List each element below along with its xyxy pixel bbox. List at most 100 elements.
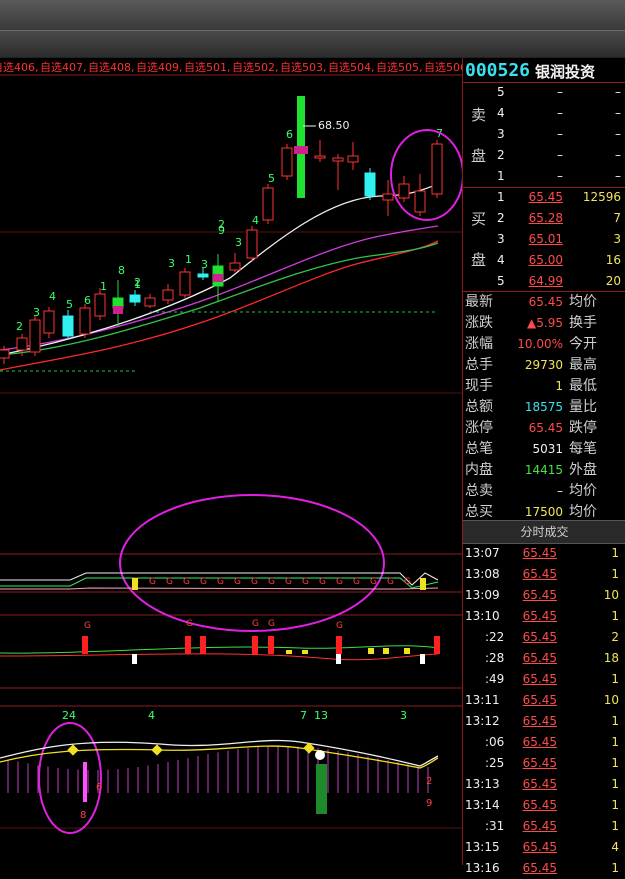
signal-bar xyxy=(420,578,426,590)
tick-price[interactable]: 65.45 xyxy=(515,795,557,816)
tick-volume[interactable]: 1 xyxy=(573,543,619,564)
sell-level: 2 xyxy=(497,148,505,162)
tick-price[interactable]: 65.45 xyxy=(515,648,557,669)
stat-label: 每笔 xyxy=(569,441,597,457)
count-label: 5 xyxy=(268,172,275,185)
signal-diamond xyxy=(67,744,79,756)
stat-value: 65.45 xyxy=(528,421,563,435)
tick-time[interactable]: :28 xyxy=(485,648,504,669)
tick-volume[interactable]: 10 xyxy=(573,690,619,711)
volume-bar xyxy=(434,636,440,654)
tick-price[interactable]: 65.45 xyxy=(515,606,557,627)
tick-price[interactable]: 65.45 xyxy=(515,837,557,858)
sell-side-label: 卖 xyxy=(471,106,487,124)
stat-value: ▲5.95 xyxy=(527,316,563,330)
volume-bar xyxy=(383,648,389,654)
sell-volume: – xyxy=(615,127,621,141)
tick-volume[interactable]: 10 xyxy=(573,585,619,606)
tick-time[interactable]: :25 xyxy=(485,753,504,774)
watchlist-tab[interactable]: 自选408, xyxy=(88,61,135,74)
buy-price: 65.01 xyxy=(528,232,563,246)
watchlist-tab[interactable]: 自选505, xyxy=(376,61,423,74)
tick-volume[interactable]: 1 xyxy=(573,606,619,627)
tick-volume[interactable]: 1 xyxy=(573,564,619,585)
stat-label: 最低 xyxy=(569,378,597,394)
tick-time[interactable]: :22 xyxy=(485,627,504,648)
candle-body xyxy=(314,155,326,159)
tick-volume[interactable]: 1 xyxy=(573,711,619,732)
tick-price[interactable]: 65.45 xyxy=(515,690,557,711)
buy-level: 5 xyxy=(497,274,505,288)
volume-bar xyxy=(420,654,425,664)
watchlist-tab[interactable]: 自选501, xyxy=(184,61,231,74)
tick-price[interactable]: 65.45 xyxy=(515,732,557,753)
count-label: 3 xyxy=(201,258,208,271)
sell-volume: – xyxy=(615,85,621,99)
watchlist-tab[interactable]: 自选407, xyxy=(40,61,87,74)
sell-volume: – xyxy=(615,148,621,162)
tick-price[interactable]: 65.45 xyxy=(515,627,557,648)
tick-volume[interactable]: 1 xyxy=(573,816,619,837)
tick-price[interactable]: 65.45 xyxy=(515,564,557,585)
buy-volume: 12596 xyxy=(582,190,621,204)
tick-time[interactable]: 13:11 xyxy=(465,690,500,711)
tick-price[interactable]: 65.45 xyxy=(515,543,557,564)
tick-volume[interactable]: 1 xyxy=(573,795,619,816)
ticks-tab[interactable]: 分时成交 xyxy=(463,520,625,544)
tick-time[interactable]: 13:12 xyxy=(465,711,500,732)
stat-label: 量比 xyxy=(569,399,597,415)
tick-price[interactable]: 65.45 xyxy=(515,585,557,606)
tick-volume[interactable]: 2 xyxy=(573,627,619,648)
stat-label: 涨幅 xyxy=(465,336,493,352)
tick-time[interactable]: :06 xyxy=(485,732,504,753)
signal-bar xyxy=(316,764,327,814)
count-label: 1 xyxy=(100,280,107,293)
watchlist-tabs[interactable]: 自选406,自选407,自选408,自选409,自选501,自选502,自选50… xyxy=(0,61,462,74)
candle-body xyxy=(431,143,443,195)
kline-chart[interactable]: 自选406,自选407,自选408,自选409,自选501,自选502,自选50… xyxy=(0,58,462,865)
watchlist-tab[interactable]: 自选409, xyxy=(136,61,183,74)
count-label: 3 xyxy=(235,236,242,249)
volume-bar xyxy=(404,648,410,654)
tick-time[interactable]: 13:15 xyxy=(465,837,500,858)
watchlist-tab[interactable]: 自选406, xyxy=(0,61,39,74)
tick-volume[interactable]: 1 xyxy=(573,858,619,879)
tick-volume[interactable]: 18 xyxy=(573,648,619,669)
candle-body xyxy=(398,183,410,199)
signal-mark: G xyxy=(200,577,207,587)
tick-volume[interactable]: 1 xyxy=(573,753,619,774)
tick-time[interactable]: :31 xyxy=(485,816,504,837)
tick-volume[interactable]: 1 xyxy=(573,774,619,795)
tick-time[interactable]: 13:10 xyxy=(465,606,500,627)
tick-time[interactable]: 13:13 xyxy=(465,774,500,795)
stock-code: 000526 xyxy=(465,60,531,81)
indicator-label: 6 xyxy=(96,782,102,793)
watchlist-tab[interactable]: 自选503, xyxy=(280,61,327,74)
tick-volume[interactable]: 4 xyxy=(573,837,619,858)
highlight-ellipse xyxy=(119,494,385,632)
watchlist-tab[interactable]: 自选504, xyxy=(328,61,375,74)
watchlist-tab[interactable]: 自选502, xyxy=(232,61,279,74)
tick-time[interactable]: :49 xyxy=(485,669,504,690)
tick-price[interactable]: 65.45 xyxy=(515,816,557,837)
tick-time[interactable]: 13:08 xyxy=(465,564,500,585)
tick-volume[interactable]: 1 xyxy=(573,669,619,690)
volume-bar xyxy=(286,650,292,654)
tick-time[interactable]: 13:16 xyxy=(465,858,500,879)
tick-price[interactable]: 65.45 xyxy=(515,711,557,732)
candle-body xyxy=(129,294,141,303)
stat-label: 均价 xyxy=(569,483,597,499)
tick-time[interactable]: 13:07 xyxy=(465,543,500,564)
tick-time[interactable]: 13:14 xyxy=(465,795,500,816)
tick-price[interactable]: 65.45 xyxy=(515,858,557,879)
tick-time[interactable]: 13:09 xyxy=(465,585,500,606)
stat-label: 均价 xyxy=(569,294,597,310)
signal-mark: G xyxy=(183,577,190,587)
signal-mark: G xyxy=(370,577,377,587)
signal-mark: G xyxy=(149,577,156,587)
watchlist-tab[interactable]: 自选506, xyxy=(424,61,462,74)
tick-price[interactable]: 65.45 xyxy=(515,753,557,774)
tick-volume[interactable]: 1 xyxy=(573,732,619,753)
tick-price[interactable]: 65.45 xyxy=(515,669,557,690)
tick-price[interactable]: 65.45 xyxy=(515,774,557,795)
